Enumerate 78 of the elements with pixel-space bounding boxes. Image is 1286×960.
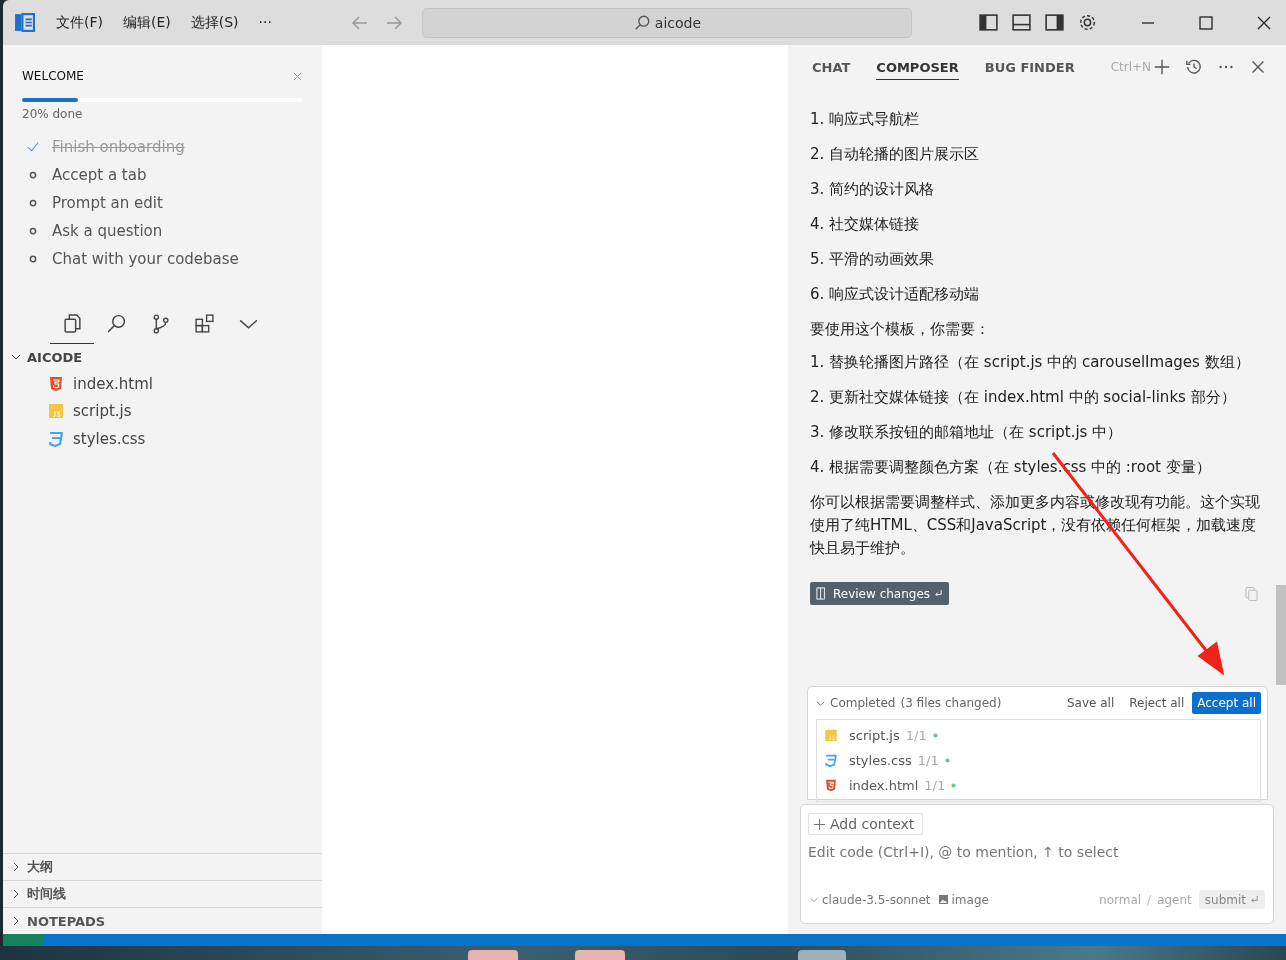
image-button[interactable]: image: [938, 892, 989, 907]
message-text: 2. 自动轮播的图片展示区: [810, 144, 981, 165]
history-icon[interactable]: [1185, 58, 1204, 76]
chevron-right-icon[interactable]: [11, 862, 21, 872]
panel-tab[interactable]: COMPOSER: [876, 56, 959, 80]
message-text: 5. 平滑的动画效果: [810, 249, 936, 270]
js-file-icon: [825, 729, 837, 742]
change-count: 1/1: [924, 778, 946, 793]
status-dot-icon: [944, 758, 950, 763]
file-name[interactable]: script.js: [849, 728, 900, 743]
html-file-icon: [49, 375, 63, 392]
status-dot-icon: [932, 733, 938, 738]
enter-icon: [1250, 895, 1259, 904]
enter-icon: [934, 589, 944, 598]
menu-item[interactable]: ···: [258, 13, 272, 32]
html-file-icon: [825, 779, 837, 792]
change-count: 1/1: [917, 753, 939, 768]
search-icon: [105, 312, 127, 334]
file-name[interactable]: styles.css: [849, 753, 912, 768]
extensions-icon: [193, 312, 215, 334]
progress-text: 20% done: [22, 107, 84, 121]
sidebar-layout-icon[interactable]: [14, 12, 35, 33]
status-dot-icon: [951, 783, 957, 788]
left-panel-icon[interactable]: [977, 12, 999, 33]
panel-tab[interactable]: BUG FINDER: [984, 56, 1075, 80]
chevron-down-icon: [810, 895, 818, 904]
add-context-button[interactable]: Add context: [808, 813, 924, 835]
file-name[interactable]: script.js: [73, 402, 132, 421]
menu-item[interactable]: 文件(F): [56, 13, 103, 32]
section-title: WELCOME: [22, 69, 84, 83]
change-count: (3 files changed): [900, 696, 1002, 710]
scrollbar-thumb[interactable]: [1276, 585, 1286, 685]
bottom-panel-icon[interactable]: [1010, 12, 1032, 33]
css-file-icon: [49, 430, 63, 447]
css-file-icon: [825, 754, 837, 767]
chevron-down-icon[interactable]: [11, 352, 21, 362]
search-field[interactable]: aicode: [421, 7, 912, 38]
checklist-item[interactable]: Ask a question: [52, 222, 163, 240]
checklist-item[interactable]: Chat with your codebase: [52, 250, 239, 268]
js-file-icon: [49, 403, 63, 420]
separator-text: /: [1147, 892, 1152, 907]
message-text: 3. 简约的设计风格: [810, 179, 936, 200]
chevron-right-icon[interactable]: [11, 889, 21, 899]
action-button[interactable]: Reject all: [1122, 692, 1192, 714]
right-panel-icon[interactable]: [1043, 12, 1065, 33]
section-header[interactable]: 时间线: [27, 885, 66, 903]
message-text: 6. 响应式设计适配移动端: [810, 284, 981, 305]
message-text: 4. 社交媒体链接: [810, 214, 921, 235]
message-text: 3. 修改联系按钮的邮箱地址（在 script.js 中）: [810, 422, 1124, 443]
action-button[interactable]: Save all: [1059, 692, 1122, 714]
panel-tab[interactable]: CHAT: [812, 56, 851, 80]
message-text: 1. 响应式导航栏: [810, 109, 921, 130]
chevron-right-icon[interactable]: [11, 916, 21, 926]
file-name[interactable]: index.html: [849, 778, 919, 793]
checklist-item[interactable]: Prompt an edit: [52, 194, 163, 212]
menu-item[interactable]: 编辑(E): [123, 13, 171, 32]
search-text: aicode: [654, 14, 702, 31]
message-text: 要使用这个模板，你需要：: [810, 319, 991, 340]
status-text: Completed: [830, 696, 896, 710]
accept-all-button[interactable]: Accept all: [1192, 692, 1261, 714]
menu-item[interactable]: 选择(S): [190, 13, 239, 32]
shortcut-hint: Ctrl+N: [1110, 60, 1152, 74]
change-count: 1/1: [905, 728, 927, 743]
file-name[interactable]: index.html: [73, 374, 153, 393]
plus-icon[interactable]: [1153, 58, 1172, 76]
plus-icon: [814, 818, 825, 830]
composer-box[interactable]: Add context Edit code (Ctrl+I), @ to mention, ↑ to select claude-3.5-sonnet image normal / agent submit: [800, 804, 1274, 924]
section-header[interactable]: NOTEPADS: [27, 913, 106, 929]
copy-icon: [61, 312, 83, 334]
section-header[interactable]: 大纲: [27, 858, 53, 876]
checklist-item[interactable]: Accept a tab: [52, 166, 147, 184]
message-text: 2. 更新社交媒体链接（在 index.html 中的 social-links 部分）: [810, 387, 1237, 408]
model-selector[interactable]: claude-3.5-sonnet: [810, 892, 931, 907]
message-text: 1. 替换轮播图片路径（在 script.js 中的 carouselImages 数组）: [810, 352, 1251, 373]
file-name[interactable]: styles.css: [73, 429, 146, 448]
folder-title[interactable]: AICODE: [27, 349, 83, 365]
review-changes-button[interactable]: Review changes: [810, 582, 950, 605]
image-icon: [938, 895, 948, 904]
